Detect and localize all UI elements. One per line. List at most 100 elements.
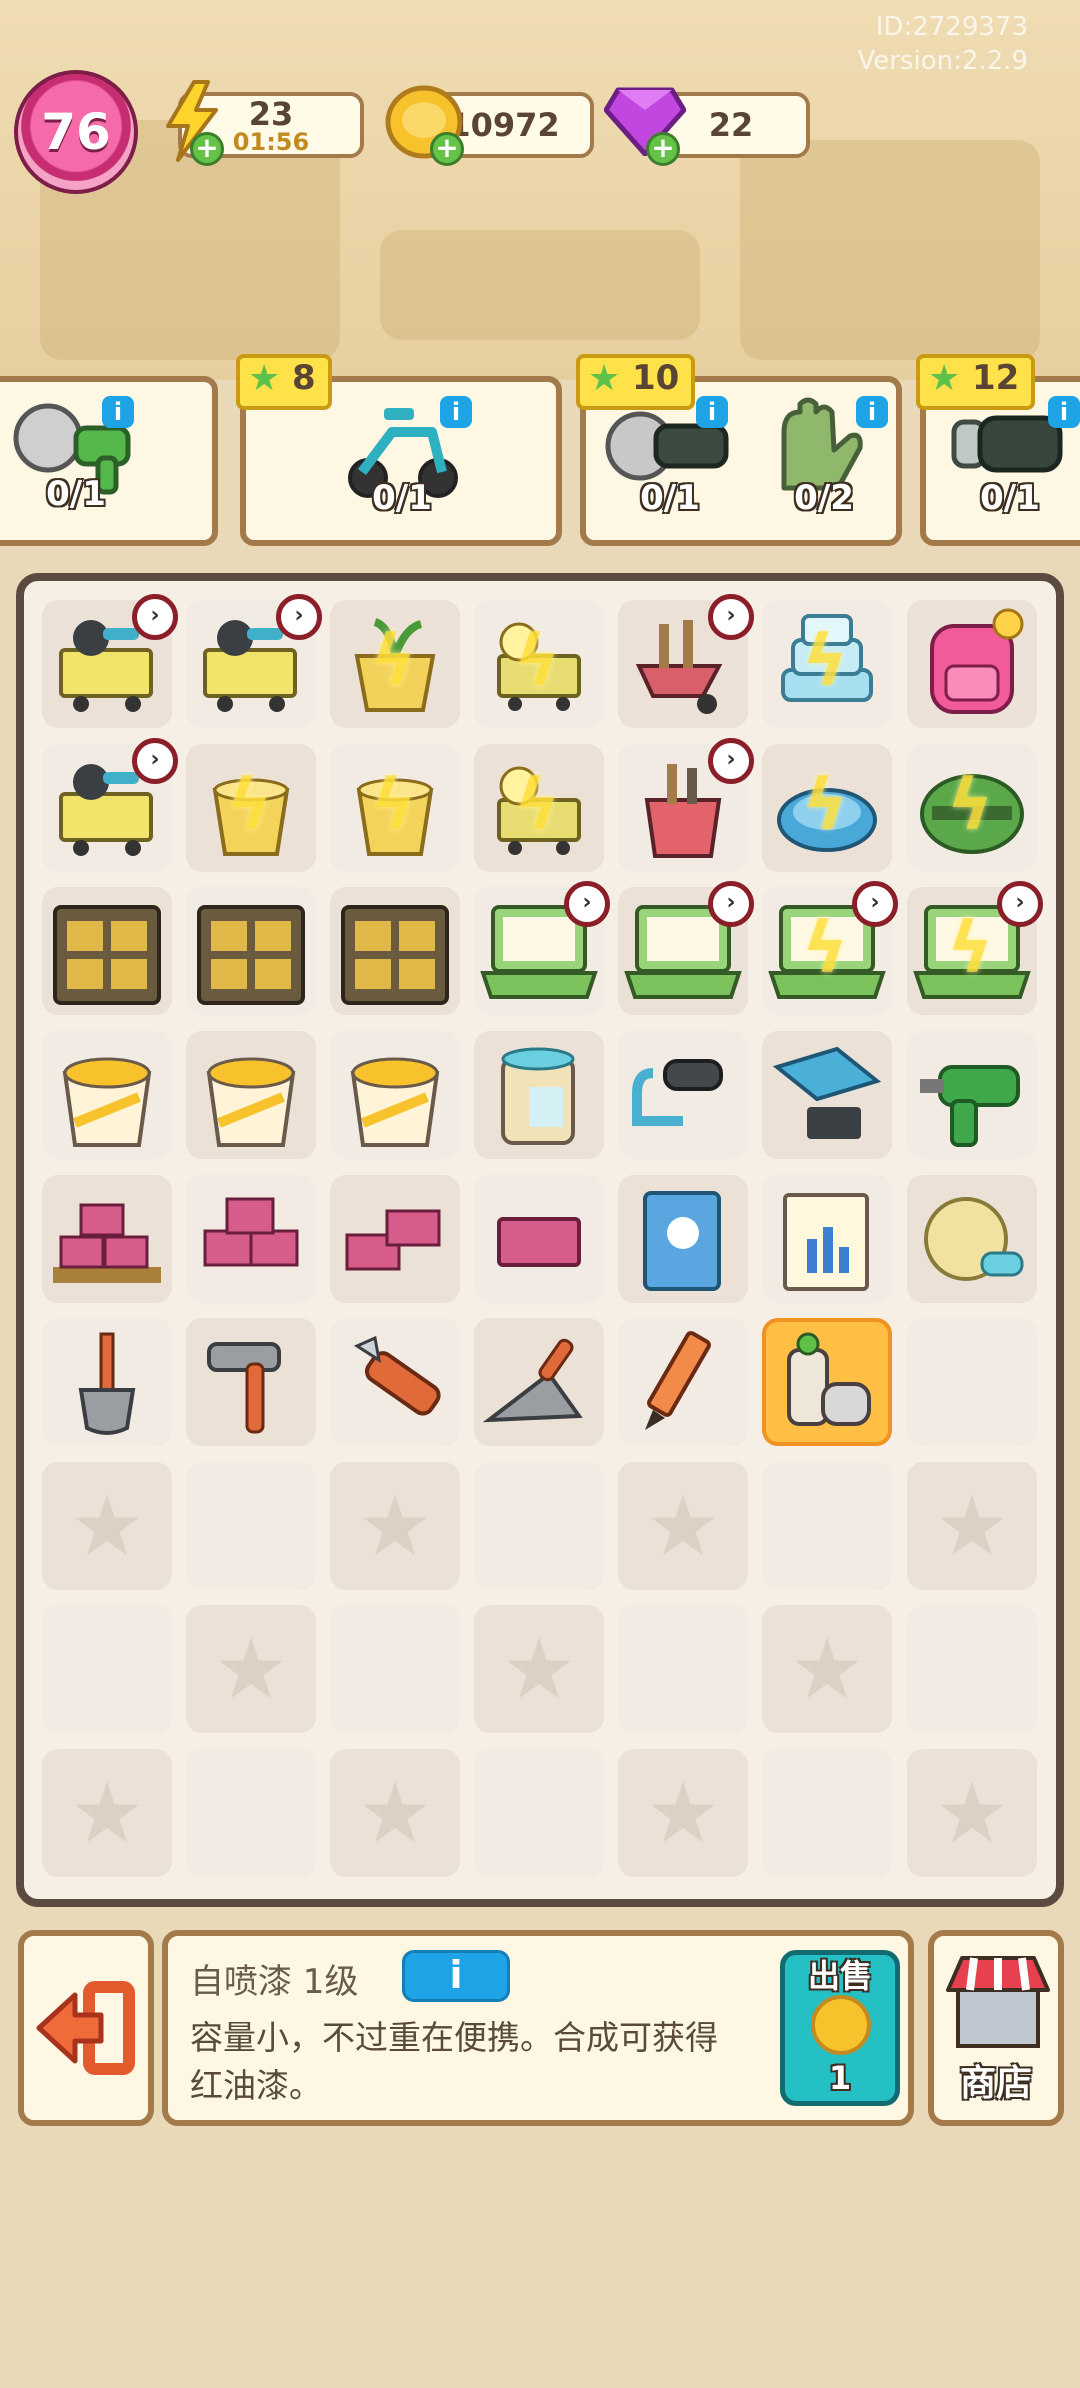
board-cell[interactable]: ϟ [762, 744, 892, 872]
energy-charge-icon: ϟ [947, 907, 994, 989]
book-icon [643, 1191, 721, 1291]
board-cell[interactable] [42, 1318, 172, 1446]
board-cell[interactable] [42, 887, 172, 1015]
order-info-button[interactable]: i [440, 396, 472, 428]
board-cell[interactable]: › [474, 881, 610, 1015]
star-placeholder-icon: ★ [645, 1764, 721, 1862]
board-cell[interactable]: › [42, 738, 178, 872]
board-cell-empty[interactable] [907, 1318, 1037, 1446]
item-description: 容量小，不过重在便携。合成可获得红油漆。 [190, 2018, 718, 2105]
add-gems-button[interactable]: + [646, 132, 680, 166]
order-card[interactable]: ★ 10 0/1 i 0/2 i [576, 354, 902, 546]
board-cell[interactable] [330, 1318, 460, 1446]
board-cell[interactable]: ϟ [474, 600, 604, 728]
order-info-button[interactable]: i [1048, 396, 1080, 428]
board-cell[interactable] [42, 1175, 172, 1303]
board-cell-empty[interactable] [474, 1749, 604, 1877]
board-cell-empty[interactable] [186, 1749, 316, 1877]
order-item-count: 0/1 [980, 478, 1040, 518]
energy-charge-icon: ϟ [802, 620, 849, 702]
board-cell-empty[interactable]: ★ [42, 1462, 172, 1590]
board-cell-empty[interactable] [762, 1462, 892, 1590]
item-info-button[interactable]: i [402, 1950, 510, 2002]
timer-clock-icon: › [132, 738, 178, 784]
board-cell[interactable]: ϟ [762, 600, 892, 728]
board-cell-empty[interactable]: ★ [618, 1749, 748, 1877]
star-placeholder-icon: ★ [645, 1477, 721, 1575]
order-star-reward: ★ 8 [236, 354, 332, 410]
board-cell-empty[interactable]: ★ [186, 1605, 316, 1733]
exit-button[interactable] [18, 1930, 154, 2126]
board-cell-empty[interactable]: ★ [330, 1462, 460, 1590]
board-cell-empty[interactable]: ★ [907, 1749, 1037, 1877]
board-cell-empty[interactable]: ★ [42, 1749, 172, 1877]
board-cell-empty[interactable] [907, 1605, 1037, 1733]
player-level-badge[interactable]: 76 [14, 70, 138, 194]
energy-charge-icon: ϟ [370, 620, 417, 702]
bricks-icon [203, 1197, 299, 1267]
board-cell-empty[interactable] [474, 1462, 604, 1590]
order-info-button[interactable]: i [102, 396, 134, 428]
shop-button[interactable]: 商店 [928, 1930, 1064, 2126]
sell-button[interactable]: 出售 1 [780, 1950, 900, 2106]
order-card[interactable]: ★ 8 0/1 i [236, 354, 562, 546]
board-cell[interactable] [330, 1031, 460, 1159]
board-cell[interactable]: ϟ [907, 744, 1037, 872]
add-coins-button[interactable]: + [430, 132, 464, 166]
board-cell[interactable] [474, 1175, 604, 1303]
pencil-icon [645, 1331, 711, 1430]
board-cell[interactable]: ϟ [474, 744, 604, 872]
board-cell[interactable] [907, 600, 1037, 728]
board-cell-empty[interactable]: ★ [907, 1462, 1037, 1590]
backpack-icon [930, 608, 1024, 714]
board-cell-empty[interactable] [762, 1749, 892, 1877]
board-cell[interactable] [907, 1031, 1037, 1159]
board-cell[interactable]: ϟ › [762, 881, 898, 1015]
board-cell[interactable]: › [42, 594, 178, 728]
board-cell[interactable]: ϟ [330, 600, 460, 728]
board-cell[interactable]: ϟ › [907, 881, 1043, 1015]
board-cell-empty[interactable]: ★ [762, 1605, 892, 1733]
board-cell[interactable] [474, 1318, 604, 1446]
board-cell[interactable] [330, 887, 460, 1015]
board-cell[interactable]: › [618, 738, 754, 872]
board-cell-empty[interactable] [186, 1462, 316, 1590]
order-card[interactable]: ★ 12 0/1 i [916, 354, 1080, 546]
cabinet-icon [341, 905, 449, 1005]
board-cell[interactable] [618, 1318, 748, 1446]
board-cell[interactable]: › [618, 881, 754, 1015]
board-cell[interactable] [474, 1031, 604, 1159]
energy-charge-icon: ϟ [370, 764, 417, 846]
board-cell-empty[interactable]: ★ [618, 1462, 748, 1590]
board-cell[interactable] [762, 1175, 892, 1303]
order-info-button[interactable]: i [856, 396, 888, 428]
board-cell-empty[interactable]: ★ [330, 1749, 460, 1877]
board-cell[interactable] [762, 1031, 892, 1159]
star-placeholder-icon: ★ [789, 1620, 865, 1718]
board-cell[interactable]: ϟ [186, 744, 316, 872]
board-cell[interactable]: ϟ [330, 744, 460, 872]
timer-clock-icon: › [132, 594, 178, 640]
board-cell[interactable] [186, 1175, 316, 1303]
board-cell[interactable] [907, 1175, 1037, 1303]
star-placeholder-icon: ★ [357, 1764, 433, 1862]
board-cell-empty[interactable] [618, 1605, 748, 1733]
board-cell[interactable] [330, 1175, 460, 1303]
star-placeholder-icon: ★ [357, 1477, 433, 1575]
board-cell-empty[interactable] [330, 1605, 460, 1733]
order-card[interactable]: 0/1 i [0, 376, 218, 546]
board-cell-empty[interactable] [42, 1605, 172, 1733]
board-cell-empty[interactable]: ★ [474, 1605, 604, 1733]
player-level: 76 [41, 103, 111, 161]
board-cell[interactable] [618, 1175, 748, 1303]
add-energy-button[interactable]: + [190, 132, 224, 166]
board-cell[interactable] [186, 887, 316, 1015]
board-cell[interactable] [618, 1031, 748, 1159]
board-cell[interactable] [186, 1031, 316, 1159]
board-cell[interactable] [42, 1031, 172, 1159]
board-cell[interactable] [186, 1318, 316, 1446]
board-cell[interactable]: › [186, 594, 322, 728]
board-cell[interactable]: › [618, 594, 754, 728]
board-cell[interactable] [762, 1318, 892, 1446]
order-info-button[interactable]: i [696, 396, 728, 428]
